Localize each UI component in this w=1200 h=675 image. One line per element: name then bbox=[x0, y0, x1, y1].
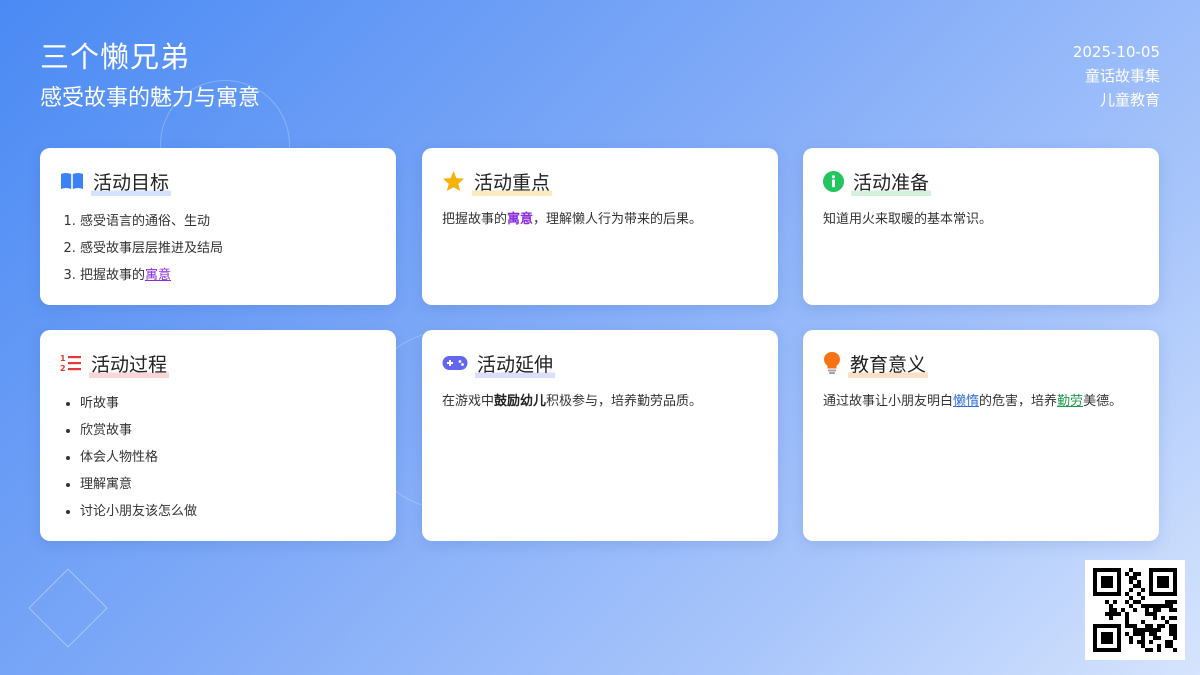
svg-text:2: 2 bbox=[60, 364, 66, 373]
decorative-diamond bbox=[28, 568, 108, 648]
page-title: 三个懒兄弟 bbox=[40, 40, 191, 74]
list-item: 讨论小朋友该怎么做 bbox=[80, 498, 376, 525]
book-icon bbox=[60, 171, 84, 195]
numbered-list-icon: 1 2 bbox=[60, 353, 82, 377]
category-label: 儿童教育 bbox=[1099, 91, 1160, 109]
card-title: 活动准备 bbox=[851, 170, 932, 196]
qr-code-image bbox=[1085, 560, 1185, 660]
date-label: 2025-10-05 bbox=[1072, 43, 1160, 61]
card-title: 活动目标 bbox=[91, 170, 172, 196]
list-item: 理解寓意 bbox=[80, 471, 376, 498]
gamepad-icon bbox=[442, 354, 468, 376]
card-education-meaning: 教育意义 通过故事让小朋友明白懒惰的危害，培养勤劳美德。 bbox=[803, 330, 1159, 541]
list-item: 欣赏故事 bbox=[80, 417, 376, 444]
list-item: 感受故事层层推进及结局 bbox=[80, 235, 376, 262]
process-list: 听故事 欣赏故事 体会人物性格 理解寓意 讨论小朋友该怎么做 bbox=[60, 390, 376, 525]
header-meta: 2025-10-05 童话故事集 儿童教育 bbox=[1073, 40, 1160, 112]
card-title: 活动重点 bbox=[472, 170, 553, 196]
list-item: 感受语言的通俗、生动 bbox=[80, 208, 376, 235]
extension-text: 在游戏中鼓励幼儿积极参与，培养勤劳品质。 bbox=[442, 394, 703, 409]
card-title: 活动过程 bbox=[89, 352, 170, 378]
header: 三个懒兄弟 感受故事的魅力与寓意 bbox=[40, 38, 260, 114]
prep-text: 知道用火来取暖的基本常识。 bbox=[823, 212, 993, 227]
list-item: 听故事 bbox=[80, 390, 376, 417]
list-item: 体会人物性格 bbox=[80, 444, 376, 471]
star-icon bbox=[442, 170, 465, 196]
lightbulb-icon bbox=[823, 351, 841, 379]
info-icon bbox=[823, 170, 844, 196]
goals-list: 感受语言的通俗、生动 感受故事层层推进及结局 把握故事的寓意 bbox=[60, 208, 376, 289]
svg-text:1: 1 bbox=[60, 354, 66, 363]
card-activity-process: 1 2 活动过程 听故事 欣赏故事 体会人物性格 理解寓意 讨论小朋友该怎么做 bbox=[40, 330, 396, 541]
list-item: 把握故事的寓意 bbox=[80, 262, 376, 289]
focus-text: 把握故事的寓意，理解懒人行为带来的后果。 bbox=[442, 212, 703, 227]
diligence-link[interactable]: 勤劳 bbox=[1057, 394, 1083, 409]
moral-link[interactable]: 寓意 bbox=[145, 268, 171, 283]
card-activity-goals: 活动目标 感受语言的通俗、生动 感受故事层层推进及结局 把握故事的寓意 bbox=[40, 148, 396, 305]
card-activity-extension: 活动延伸 在游戏中鼓励幼儿积极参与，培养勤劳品质。 bbox=[422, 330, 778, 541]
page-subtitle: 感受故事的魅力与寓意 bbox=[40, 86, 261, 111]
meaning-text: 通过故事让小朋友明白懒惰的危害，培养勤劳美德。 bbox=[823, 394, 1123, 409]
laziness-link[interactable]: 懒惰 bbox=[953, 394, 979, 409]
collection-label: 童话故事集 bbox=[1084, 67, 1160, 85]
card-activity-prep: 活动准备 知道用火来取暖的基本常识。 bbox=[803, 148, 1159, 305]
card-title: 教育意义 bbox=[848, 352, 929, 378]
card-activity-focus: 活动重点 把握故事的寓意，理解懒人行为带来的后果。 bbox=[422, 148, 778, 305]
card-title: 活动延伸 bbox=[475, 352, 556, 378]
